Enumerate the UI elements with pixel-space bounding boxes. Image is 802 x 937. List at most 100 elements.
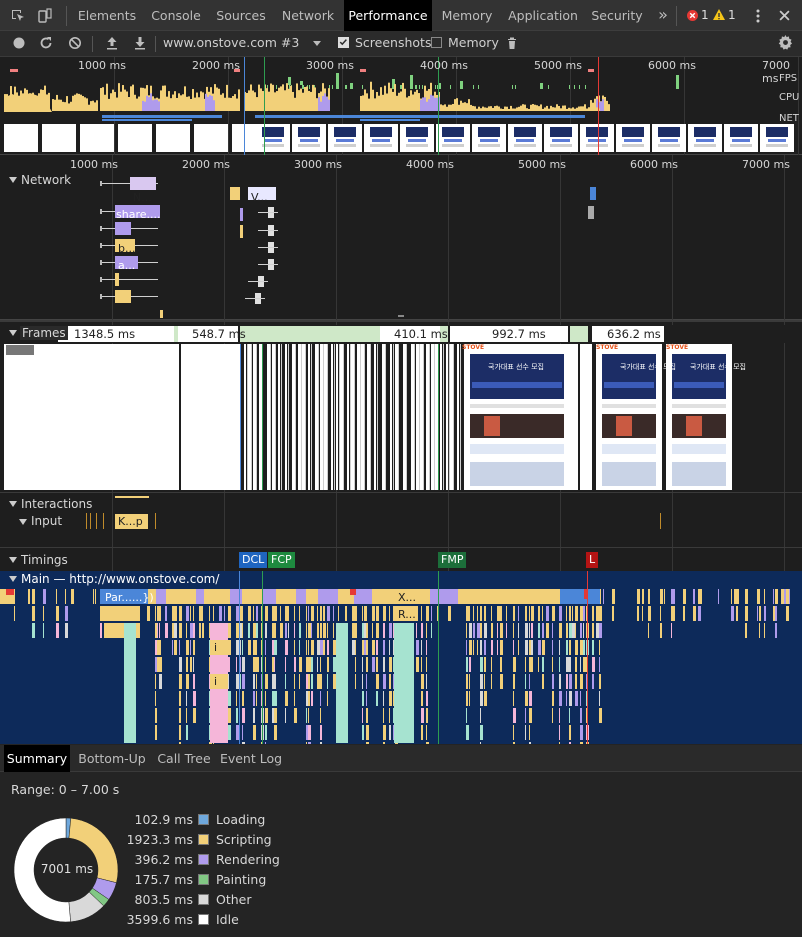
- tab-security[interactable]: Security: [584, 0, 650, 31]
- close-icon[interactable]: [779, 10, 790, 21]
- device-toolbar-icon[interactable]: [37, 8, 53, 24]
- fcp-marker[interactable]: FCP: [268, 552, 295, 568]
- stove-brand-text: STOVE: [462, 344, 485, 351]
- memory-checkbox[interactable]: [431, 37, 442, 48]
- legend-swatch: [198, 914, 209, 925]
- frame-duration[interactable]: 410.1 ms: [394, 327, 448, 341]
- net-label: NET: [779, 113, 799, 124]
- devtools-tab-bar: Elements Console Sources Network Perform…: [0, 0, 802, 31]
- tab-sources[interactable]: Sources: [210, 0, 272, 31]
- legend-name: Loading: [216, 812, 266, 827]
- interactions-section-title[interactable]: Interactions: [21, 497, 92, 511]
- donut-total: 7001 ms: [40, 862, 94, 876]
- overview-tick: 4000 ms: [420, 59, 468, 72]
- flame-task-label[interactable]: X...: [398, 591, 416, 604]
- warning-icon[interactable]: [713, 9, 725, 21]
- overview-tick: 1000 ms: [78, 59, 126, 72]
- recording-select[interactable]: www.onstove.com #3: [163, 35, 299, 50]
- ruler-tick: 6000 ms: [630, 158, 678, 171]
- range-label: Range: 0 – 7.00 s: [11, 782, 120, 797]
- error-icon[interactable]: [687, 10, 698, 21]
- network-request-label[interactable]: a...: [118, 259, 135, 272]
- timings-section-title[interactable]: Timings: [21, 553, 68, 567]
- tab-bottom-up[interactable]: Bottom-Up: [74, 745, 150, 772]
- timings-track: Timings DCL FCP FMP L: [0, 547, 802, 572]
- expand-triangle-icon[interactable]: [9, 576, 17, 583]
- legend-name: Idle: [216, 912, 239, 927]
- frame-duration[interactable]: 548.7 ms: [192, 327, 246, 341]
- frame-duration[interactable]: 1348.5 ms: [74, 327, 135, 341]
- overview-tick: 3000 ms: [306, 59, 354, 72]
- error-count: 1: [701, 8, 709, 22]
- expand-triangle-icon[interactable]: [19, 519, 27, 526]
- network-request-label[interactable]: N...: [133, 191, 152, 204]
- legend-name: Painting: [216, 872, 267, 887]
- legend-value: 803.5 ms: [134, 892, 193, 907]
- ruler-tick: 5000 ms: [518, 158, 566, 171]
- legend-value: 1923.3 ms: [126, 832, 193, 847]
- upload-profile-icon[interactable]: [105, 36, 119, 50]
- network-request-label[interactable]: share....: [116, 208, 160, 221]
- tab-console[interactable]: Console: [142, 0, 210, 31]
- tab-call-tree[interactable]: Call Tree: [154, 745, 214, 772]
- legend-name: Rendering: [216, 852, 280, 867]
- reload-profile-icon[interactable]: [39, 36, 53, 50]
- tab-network[interactable]: Network: [272, 0, 344, 31]
- flame-task-label[interactable]: R...: [398, 608, 416, 621]
- timeline-overview[interactable]: 1000 ms 2000 ms 3000 ms 4000 ms 5000 ms …: [0, 57, 802, 155]
- network-canvas: [100, 155, 785, 320]
- trash-icon[interactable]: [505, 36, 519, 50]
- ruler-tick: 4000 ms: [406, 158, 454, 171]
- screenshot-banner-text: 국가대표 선수 모집: [690, 363, 746, 371]
- legend-value: 3599.6 ms: [126, 912, 193, 927]
- expand-triangle-icon[interactable]: [9, 557, 17, 564]
- frame-duration[interactable]: 636.2 ms: [607, 327, 661, 341]
- legend-value: 102.9 ms: [134, 812, 193, 827]
- flame-task-label[interactable]: Par......}): [105, 591, 154, 604]
- network-request-label[interactable]: b...: [118, 242, 135, 255]
- network-request-label[interactable]: V...: [251, 191, 268, 204]
- interactions-track: Interactions Input K...p: [0, 492, 802, 548]
- frames-section-title[interactable]: Frames: [20, 326, 68, 340]
- main-thread-title[interactable]: Main — http://www.onstove.com/: [21, 572, 219, 586]
- expand-triangle-icon[interactable]: [9, 330, 17, 337]
- flame-task-label[interactable]: i: [214, 641, 217, 654]
- frame-duration[interactable]: 992.7 ms: [492, 327, 546, 341]
- tab-performance[interactable]: Performance: [344, 0, 432, 31]
- timings-canvas: [112, 548, 785, 572]
- legend-name: Other: [216, 892, 252, 907]
- expand-triangle-icon[interactable]: [9, 177, 17, 184]
- expand-triangle-icon[interactable]: [9, 501, 17, 508]
- overview-tick: 2000 ms: [192, 59, 240, 72]
- download-profile-icon[interactable]: [133, 36, 147, 50]
- ruler-tick: 1000 ms: [70, 158, 118, 171]
- more-tabs-button[interactable]: »: [652, 0, 674, 31]
- clear-icon[interactable]: [68, 36, 82, 50]
- tab-event-log[interactable]: Event Log: [218, 745, 284, 772]
- legend-swatch: [198, 834, 209, 845]
- input-subtrack-title[interactable]: Input: [31, 514, 62, 528]
- settings-gear-icon[interactable]: [778, 35, 793, 50]
- input-event-label[interactable]: K...p: [118, 515, 143, 528]
- record-icon[interactable]: [12, 36, 26, 50]
- tab-summary[interactable]: Summary: [4, 745, 70, 772]
- fmp-marker[interactable]: FMP: [438, 552, 467, 568]
- warning-count: 1: [728, 8, 736, 22]
- details-tab-bar: Summary Bottom-Up Call Tree Event Log: [0, 745, 802, 772]
- inspect-element-icon[interactable]: [10, 8, 26, 24]
- kebab-menu-icon[interactable]: [755, 9, 761, 23]
- legend-swatch: [198, 854, 209, 865]
- network-section-title[interactable]: Network: [21, 173, 71, 187]
- tab-memory[interactable]: Memory: [432, 0, 502, 31]
- flame-task-label[interactable]: i: [214, 675, 217, 688]
- tab-elements[interactable]: Elements: [72, 0, 142, 31]
- dcl-marker[interactable]: DCL: [239, 552, 268, 568]
- tab-application[interactable]: Application: [502, 0, 584, 31]
- chevron-down-icon[interactable]: [313, 41, 321, 47]
- screenshot-banner-text: 국가대표 선수 모집: [488, 363, 544, 371]
- load-marker[interactable]: L: [586, 552, 599, 568]
- screenshots-checkbox[interactable]: [338, 37, 349, 48]
- ruler-tick: 3000 ms: [294, 158, 342, 171]
- legend-name: Scripting: [216, 832, 272, 847]
- ruler-tick: 7000 ms: [742, 158, 790, 171]
